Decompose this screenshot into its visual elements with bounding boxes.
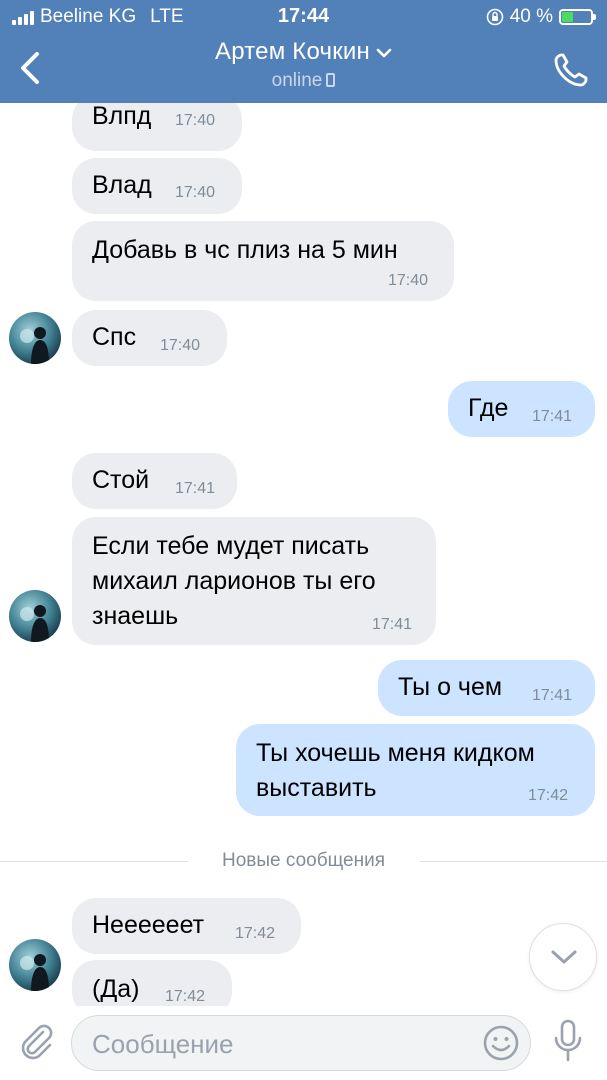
avatar-image [9,939,61,991]
message-time: 17:41 [372,616,413,633]
microphone-icon[interactable] [551,1018,585,1064]
message-time: 17:40 [175,184,216,201]
message-text: Влпд [92,103,152,130]
contact-name: Артем Кочкин [215,38,370,65]
chevron-down-icon [376,48,392,57]
status-bar: Beeline KG LTE 17:44 40 % [0,0,607,34]
message-bubble[interactable]: Спс 17:40 [72,310,227,366]
composer [0,1006,607,1080]
paperclip-icon[interactable] [16,1021,56,1061]
avatar-image [9,590,61,642]
chevron-down-icon [551,950,577,964]
message-line: знаешь [92,602,179,630]
message-line: михаил ларионов ты его [92,567,376,595]
message-time: 17:41 [532,408,573,425]
chat-header: Артем Кочкин online [0,34,607,103]
battery-fill [562,12,573,22]
message-bubble[interactable]: Влад 17:40 [72,158,242,214]
message-bubble[interactable]: Ты хочешь меня кидком выставить 17:42 [236,724,595,816]
message-time: 17:41 [175,480,216,497]
message-time: 17:40 [160,337,201,354]
message-text: Стой [92,466,150,494]
message-line: Ты хочешь меня кидком [256,739,535,767]
message-text: Добавь в чс плиз на 5 мин [92,236,398,264]
message-bubble[interactable]: Неееееет 17:42 [72,898,301,954]
message-time: 17:42 [165,988,206,1005]
message-bubble[interactable]: Ты о чем 17:41 [378,660,595,716]
avatar[interactable] [9,312,61,364]
message-line: выставить [256,774,377,802]
message-input[interactable] [92,1026,472,1062]
message-text: (Да) [92,975,140,1003]
message-bubble[interactable]: Если тебе мудет писать михаил ларионов т… [72,517,436,645]
message-bubble[interactable]: Где 17:41 [448,381,595,437]
message-bubble[interactable]: (Да) 17:42 [72,960,232,1006]
message-time: 17:42 [528,787,569,804]
contact-status: online [100,70,507,92]
message-bubble[interactable]: Стой 17:41 [72,453,237,509]
message-time: 17:40 [175,112,216,129]
divider-line [420,861,607,862]
scroll-to-bottom-button[interactable] [529,923,597,991]
avatar[interactable] [9,590,61,642]
message-bubble[interactable]: Влпд 17:40 [72,103,242,151]
message-text: Влад [92,171,152,199]
new-messages-divider: Новые сообщения [0,848,607,874]
message-time: 17:40 [388,272,429,289]
contact-title-row[interactable]: Артем Кочкин [100,38,507,66]
message-time: 17:41 [532,687,573,704]
message-list[interactable]: Влпд 17:40 Влад 17:40 Добавь в чс плиз н… [0,103,607,1006]
message-text: Где [468,394,509,422]
chat-title-block[interactable]: Артем Кочкин online [100,38,507,92]
battery-percent: 40 % [509,6,553,27]
message-text: Неееееет [92,911,205,939]
smiley-icon[interactable] [482,1024,520,1062]
online-status: online [271,70,323,91]
top-bar: Beeline KG LTE 17:44 40 % Артем Кочкин o… [0,0,607,103]
message-bubble[interactable]: Добавь в чс плиз на 5 мин 17:40 [72,221,454,301]
orientation-lock-icon [486,8,503,26]
message-time: 17:42 [235,925,276,942]
mobile-device-icon [326,73,336,87]
phone-icon[interactable] [551,50,591,90]
message-text: Ты о чем [398,673,503,701]
message-text: Спс [92,323,137,351]
message-line: Если тебе мудет писать [92,532,370,560]
avatar[interactable] [9,939,61,991]
avatar-image [9,312,61,364]
status-right: 40 % [486,6,596,28]
battery-icon [559,9,596,25]
message-field[interactable] [71,1015,531,1071]
back-chevron-icon[interactable] [16,50,46,86]
